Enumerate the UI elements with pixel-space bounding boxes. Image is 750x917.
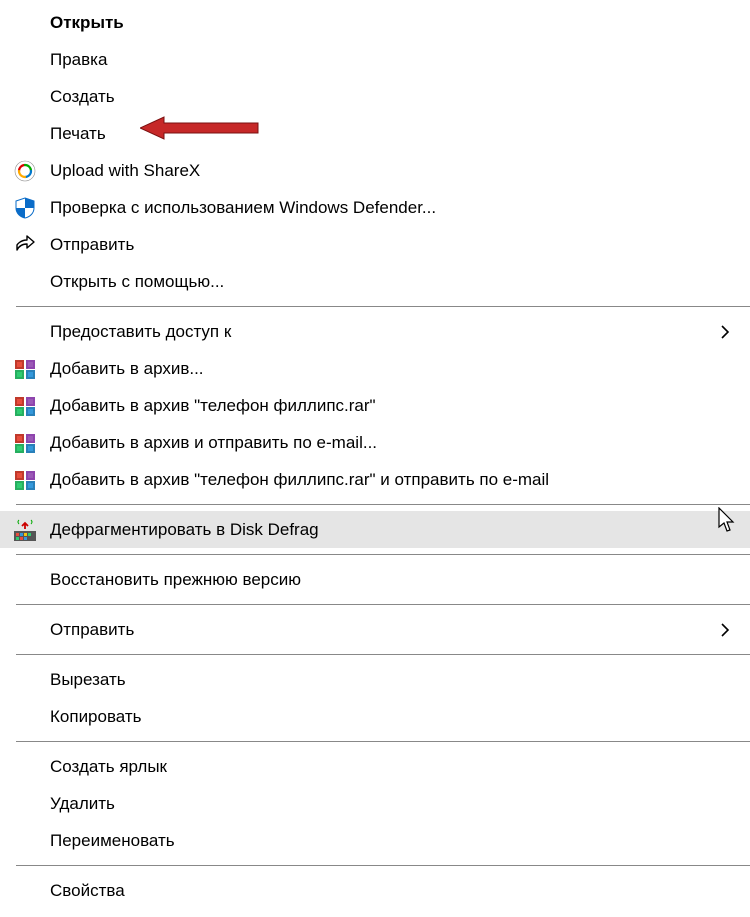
menu-item-label: Вырезать: [50, 670, 734, 690]
menu-separator: [16, 306, 750, 307]
menu-item-defrag[interactable]: Дефрагментировать в Disk Defrag: [0, 511, 750, 548]
menu-item-label: Добавить в архив "телефон филлипс.rar" и…: [50, 470, 734, 490]
menu-item-label: Удалить: [50, 794, 734, 814]
menu-item-label: Свойства: [50, 881, 734, 901]
menu-item-label: Создать ярлык: [50, 757, 734, 777]
menu-item-label: Открыть с помощью...: [50, 272, 734, 292]
menu-item-properties[interactable]: Свойства: [0, 872, 750, 909]
menu-item-rename[interactable]: Переименовать: [0, 822, 750, 859]
menu-item-delete[interactable]: Удалить: [0, 785, 750, 822]
menu-item-label: Проверка с использованием Windows Defend…: [50, 198, 734, 218]
menu-item-label: Предоставить доступ к: [50, 322, 734, 342]
submenu-arrow-icon: [720, 622, 730, 638]
menu-item-label: Восстановить прежнюю версию: [50, 570, 734, 590]
menu-item-label: Отправить: [50, 620, 734, 640]
menu-item-label: Печать: [50, 124, 734, 144]
menu-item-add-archive-named[interactable]: Добавить в архив "телефон филлипс.rar": [0, 387, 750, 424]
menu-item-defender[interactable]: Проверка с использованием Windows Defend…: [0, 189, 750, 226]
menu-item-label: Добавить в архив и отправить по e-mail..…: [50, 433, 734, 453]
winrar-icon: [14, 395, 36, 417]
menu-item-add-archive-email[interactable]: Добавить в архив и отправить по e-mail..…: [0, 424, 750, 461]
menu-item-label: Переименовать: [50, 831, 734, 851]
menu-item-add-archive-named-email[interactable]: Добавить в архив "телефон филлипс.rar" и…: [0, 461, 750, 498]
menu-item-label: Добавить в архив "телефон филлипс.rar": [50, 396, 734, 416]
mouse-cursor-icon: [718, 507, 736, 538]
menu-separator: [16, 604, 750, 605]
menu-item-label: Отправить: [50, 235, 734, 255]
defender-icon: [14, 197, 36, 219]
menu-item-copy[interactable]: Копировать: [0, 698, 750, 735]
share-icon: [14, 234, 36, 256]
menu-item-open[interactable]: Открыть: [0, 4, 750, 41]
menu-separator: [16, 654, 750, 655]
menu-item-label: Дефрагментировать в Disk Defrag: [50, 520, 734, 540]
menu-item-open-with[interactable]: Открыть с помощью...: [0, 263, 750, 300]
menu-item-sharex[interactable]: Upload with ShareX: [0, 152, 750, 189]
menu-item-label: Добавить в архив...: [50, 359, 734, 379]
menu-item-label: Копировать: [50, 707, 734, 727]
submenu-arrow-icon: [720, 324, 730, 340]
menu-item-shortcut[interactable]: Создать ярлык: [0, 748, 750, 785]
menu-separator: [16, 554, 750, 555]
menu-item-share[interactable]: Отправить: [0, 226, 750, 263]
menu-separator: [16, 504, 750, 505]
winrar-icon: [14, 432, 36, 454]
menu-item-label: Создать: [50, 87, 734, 107]
menu-item-add-archive[interactable]: Добавить в архив...: [0, 350, 750, 387]
menu-item-label: Открыть: [50, 13, 734, 33]
context-menu: Открыть Правка Создать Печать Upload wit…: [0, 0, 750, 917]
winrar-icon: [14, 469, 36, 491]
menu-item-create[interactable]: Создать: [0, 78, 750, 115]
menu-item-restore-version[interactable]: Восстановить прежнюю версию: [0, 561, 750, 598]
menu-item-cut[interactable]: Вырезать: [0, 661, 750, 698]
menu-separator: [16, 741, 750, 742]
menu-item-grant-access[interactable]: Предоставить доступ к: [0, 313, 750, 350]
menu-item-edit[interactable]: Правка: [0, 41, 750, 78]
winrar-icon: [14, 358, 36, 380]
menu-item-print[interactable]: Печать: [0, 115, 750, 152]
menu-item-label: Upload with ShareX: [50, 161, 734, 181]
defrag-icon: [14, 519, 36, 541]
sharex-icon: [14, 160, 36, 182]
menu-item-send-to[interactable]: Отправить: [0, 611, 750, 648]
menu-separator: [16, 865, 750, 866]
menu-item-label: Правка: [50, 50, 734, 70]
